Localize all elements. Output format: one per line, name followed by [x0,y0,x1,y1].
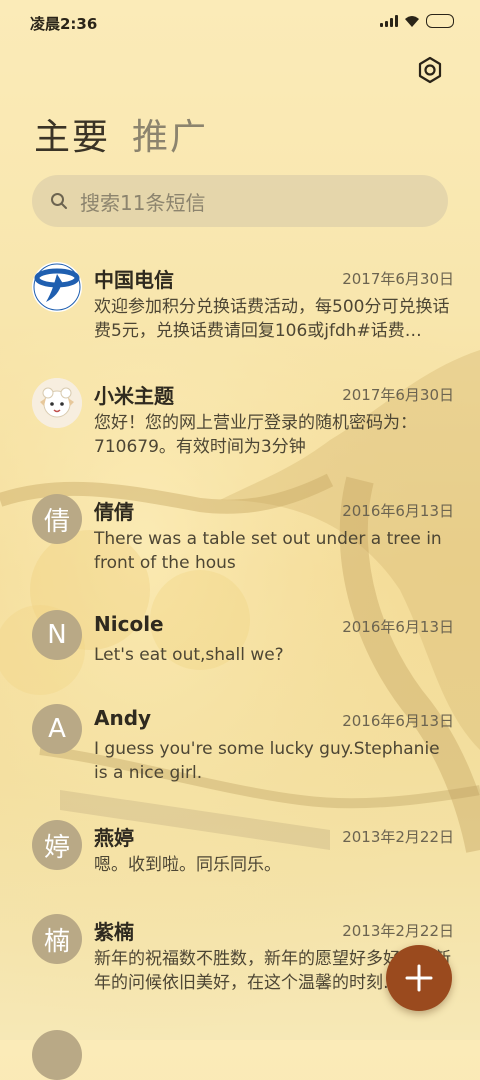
contact-name: Nicole [94,612,164,636]
contact-name: 中国电信 [94,268,174,292]
message-preview: 嗯。收到啦。同乐同乐。 [94,855,281,875]
settings-button[interactable] [416,56,444,84]
message-preview: 欢迎参加积分兑换话费活动，每500分可兑换话费5元，兑换话费请回复106或jfd… [94,297,450,341]
message-date: 2016年6月13日 [342,712,454,730]
search-icon [51,193,67,209]
message-preview: 您好！您的网上营业厅登录的随机密码为：710679。有效时间为3分钟 [94,413,417,457]
search-bar[interactable]: 搜索11条短信 [32,175,448,227]
tab-primary[interactable]: 主要 [34,108,110,160]
message-date: 2016年6月13日 [342,618,454,636]
message-preview: There was a table set out under a tree i… [94,529,442,573]
new-message-button[interactable] [386,945,452,1011]
contact-name: 倩倩 [94,500,134,524]
signal-icon [380,15,398,27]
status-time: 凌晨2:36 [30,15,98,33]
message-date: 2017年6月30日 [342,270,454,288]
contact-avatar: 婷 [32,820,82,870]
contact-name: Andy [94,706,152,730]
conversation-item[interactable]: 小米主题 2017年6月30日 您好！您的网上营业厅登录的随机密码为：71067… [0,362,480,478]
conversation-item-partial[interactable] [0,1014,480,1080]
contact-name: 小米主题 [94,384,174,408]
contact-avatar: A [32,704,82,754]
plus-icon [405,964,433,992]
search-placeholder: 搜索11条短信 [80,190,206,215]
message-date: 2017年6月30日 [342,386,454,404]
tab-promotions[interactable]: 推广 [132,108,208,160]
message-preview: I guess you're some lucky guy.Stephanie … [94,739,440,783]
contact-avatar: 楠 [32,914,82,964]
message-preview: Let's eat out,shall we? [94,645,284,665]
conversation-item[interactable]: 中国电信 2017年6月30日 欢迎参加积分兑换话费活动，每500分可兑换话费5… [0,246,480,362]
cartoon-sheep-avatar-icon [32,378,82,428]
message-date: 2013年2月22日 [342,922,454,940]
contact-avatar: 倩 [32,494,82,544]
contact-avatar [32,1030,82,1080]
message-date: 2016年6月13日 [342,502,454,520]
china-telecom-logo-icon [32,262,82,312]
conversation-item[interactable]: 倩 倩倩 2016年6月13日 There was a table set ou… [0,478,480,594]
conversation-item[interactable]: 婷 燕婷 2013年2月22日 嗯。收到啦。同乐同乐。 [0,804,480,898]
contact-name: 紫楠 [94,920,134,944]
battery-icon [426,14,454,28]
status-bar: 凌晨2:36 [0,0,480,44]
conversation-item[interactable]: N Nicole 2016年6月13日 Let's eat out,shall … [0,594,480,688]
contact-name: 燕婷 [94,826,134,850]
conversation-item[interactable]: A Andy 2016年6月13日 I guess you're some lu… [0,688,480,804]
gear-icon [418,56,442,84]
contact-avatar: N [32,610,82,660]
tab-bar: 主要 推广 [34,108,208,160]
message-date: 2013年2月22日 [342,828,454,846]
wifi-icon [405,16,419,27]
status-icons [380,14,454,28]
